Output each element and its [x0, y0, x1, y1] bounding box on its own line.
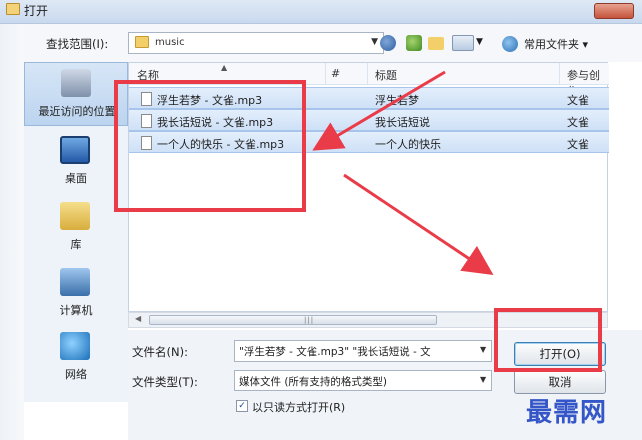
- annotation-arrows: [312, 70, 494, 276]
- annotation-arrow-to-open: [343, 173, 494, 276]
- watermark-logo: 最需网: [526, 398, 608, 428]
- annotation-arrow-to-files: [312, 70, 446, 151]
